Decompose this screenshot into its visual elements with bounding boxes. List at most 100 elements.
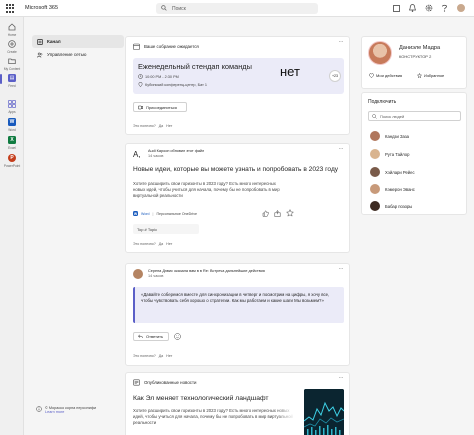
feed-icon: ▤ [8,74,16,82]
nav-item-manage-network[interactable]: Управление сетью [32,48,124,61]
share-icon[interactable] [274,210,281,219]
person-item[interactable]: Кандзи Заза [370,131,409,141]
star-outline-icon [417,73,422,78]
reply-button[interactable]: Ответить [133,332,169,341]
feedback-row: Это полезно? Да Нет [133,124,173,128]
plus-circle-icon [7,39,17,49]
profile-role: КОНСТРУКТОР 2 [399,54,432,59]
serena-avatar [133,269,143,279]
rail-item-feed[interactable]: ▤ Feed [0,73,24,88]
ideas-title[interactable]: Новые идеи, которые вы можете узнать и п… [133,166,347,173]
rail-item-powerpoint[interactable]: P PowerPoint [0,153,24,168]
nav-item-feed[interactable]: Канал [32,35,124,48]
ideas-fade [274,180,344,200]
powerpoint-icon: P [7,153,17,163]
excel-icon: X [7,135,17,145]
rail-item-my-content[interactable]: My Content [0,56,24,71]
person-avatar [370,184,380,194]
person-avatar [370,131,380,141]
bell-icon[interactable] [408,4,417,13]
meeting-panel[interactable]: Еженедельный стендап команды 10:00 PM - … [133,58,344,94]
news-title[interactable]: Как Эл меняет технологический ландшафт [133,395,269,402]
feedback-row: Это полезно? Да Нет [133,242,173,246]
profile-avatar[interactable] [368,41,392,65]
people-search[interactable]: Поиск людей [368,111,461,121]
square-icon[interactable] [392,4,401,13]
connect-title: Подключить [368,99,397,105]
more-options-icon[interactable]: ··· [339,146,344,152]
search-placeholder: Поиск [172,5,186,12]
word-file-icon: W [133,211,138,216]
meeting-title: Еженедельный стендап команды [138,62,252,71]
rail-item-home[interactable]: Home [0,22,24,37]
attendee-count-badge[interactable]: +23 [329,70,341,82]
profile-card: Даниэле Мадра КОНСТРУКТОР 2 Мои действия… [361,36,467,89]
feed-nav-icon [37,38,43,45]
feedback-yes[interactable]: Да [159,124,163,128]
news-thumbnail[interactable] [304,389,344,435]
like-icon[interactable] [262,210,269,219]
join-button[interactable]: Присоединиться [133,102,187,112]
clock-icon [138,74,143,79]
news-body: Хотите расширить свои горизонты в 2023 г… [133,408,293,425]
feedback-no[interactable]: Нет [166,124,172,128]
brand-title: Microsoft 365 [25,5,59,11]
meeting-card-header: Ваше собрание ожидается [133,43,199,50]
rail-item-create[interactable]: Create [0,39,24,54]
left-nav: Канал Управление сетью © Мораско корпа п… [24,17,124,435]
feedback-no[interactable]: Нет [166,242,172,246]
reply-icon [138,334,143,339]
feedback-yes[interactable]: Да [159,242,163,246]
apps-icon [7,99,17,109]
my-actions-link[interactable]: Мои действия [369,73,402,78]
person-avatar [370,201,380,211]
feedback-no[interactable]: Нет [166,354,172,358]
search-icon [372,113,377,119]
word-icon: W [8,118,16,126]
person-item[interactable]: Хэйлари Рейес [370,167,415,177]
calendar-icon [133,43,140,50]
more-options-icon[interactable]: ··· [339,39,344,45]
person-item[interactable]: Бабар позоры [370,201,412,211]
news-icon [133,379,140,386]
star-icon[interactable] [285,208,295,219]
person-item[interactable]: Рута Тайлор [370,149,409,159]
emoji-icon[interactable] [174,333,181,342]
home-icon [7,22,17,32]
person-avatar [370,167,380,177]
person-avatar [370,149,380,159]
people-icon [37,52,43,58]
favorites-link[interactable]: Избранное [417,73,444,78]
file-attachment[interactable]: W Word | Персональное OneDrive [133,211,197,216]
comment-box[interactable]: Top # Topic [133,224,199,234]
app-launcher-icon[interactable] [6,4,15,13]
user-avatar[interactable] [456,3,466,13]
meeting-location: Кубинский конференц-центр, Бат 1 [138,82,207,87]
news-card: Опубликованные новости ··· Как Эл меняет… [125,372,350,435]
meeting-overlay-text: нет [280,64,300,79]
person-item[interactable]: Кэмерон Эванс [370,184,415,194]
profile-name: Даниэле Мадра [399,45,441,51]
learn-more-link[interactable]: Learn more [45,410,64,414]
rail-item-word[interactable]: W Word [0,117,24,132]
more-options-icon[interactable]: ··· [339,266,344,272]
quote-block: «Давайте соберемся вместе для синхрониза… [133,287,344,323]
settings-icon[interactable] [424,4,433,13]
nav-footer: © Мораско корпа персонифи Learn more [36,406,126,414]
rail-item-excel[interactable]: X Excel [0,135,24,150]
more-options-icon[interactable]: ··· [339,375,344,381]
location-icon [138,82,143,87]
search-box[interactable]: Поиск [156,3,318,14]
info-icon [36,406,42,412]
feedback-row: Это полезно? Да Нет [133,354,173,358]
rail-item-apps[interactable]: Apps [0,99,24,114]
author-initial: А, [133,150,141,159]
feedback-yes[interactable]: Да [159,354,163,358]
ideas-card-header: Audi Карооп обновил этот файл 14 часов [148,149,205,158]
data-chart-image [304,389,344,435]
mention-card: Серена Дэвис оказала вам в в Re: Встреча… [125,263,350,366]
search-icon [161,5,167,11]
help-icon[interactable] [440,4,449,13]
meeting-card: Ваше собрание ожидается ··· Еженедельный… [125,36,350,135]
folder-icon [7,56,17,66]
